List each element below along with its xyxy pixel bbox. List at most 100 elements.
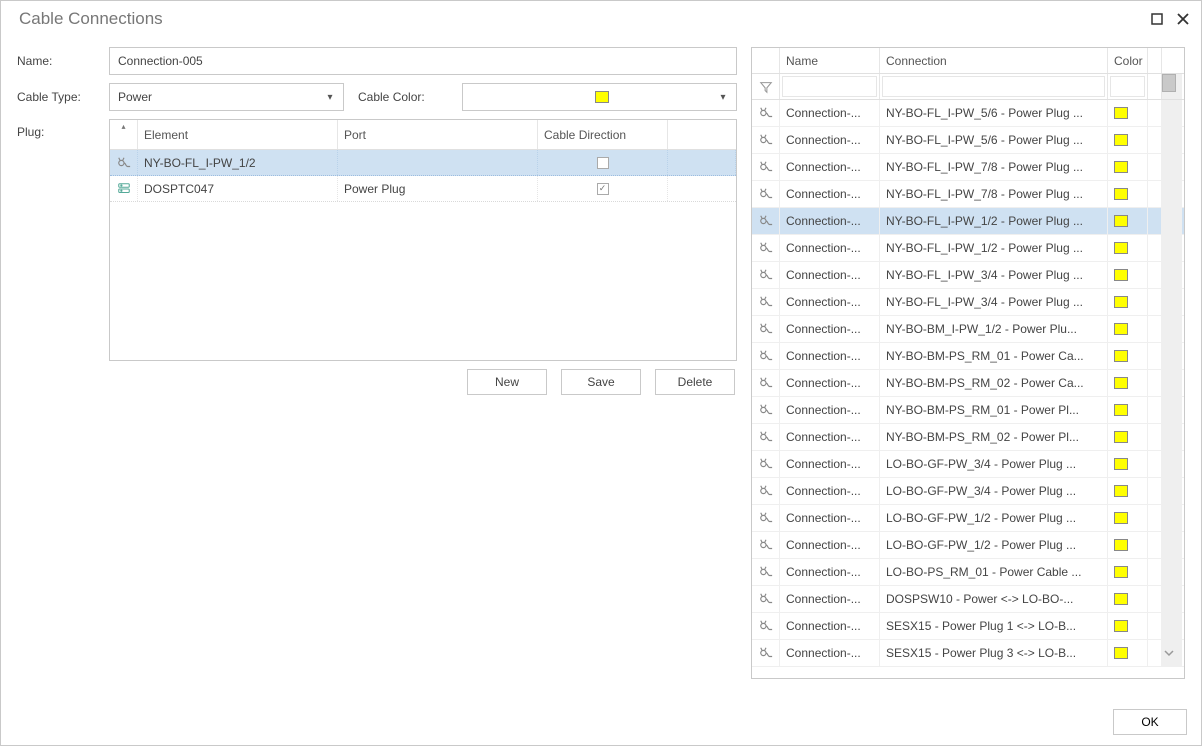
scrollbar-track[interactable] <box>1162 397 1182 423</box>
color-cell <box>1108 532 1148 558</box>
filter-color-input[interactable] <box>1110 76 1145 97</box>
name-label: Name: <box>17 54 109 68</box>
col-color[interactable]: Color <box>1108 48 1148 73</box>
scrollbar-track[interactable] <box>1162 640 1182 666</box>
scrollbar-track[interactable] <box>1162 262 1182 288</box>
name-cell: Connection-... <box>780 208 880 234</box>
color-swatch <box>595 91 609 103</box>
maximize-button[interactable] <box>1149 11 1165 27</box>
table-row[interactable]: Connection-...NY-BO-BM-PS_RM_01 - Power … <box>752 343 1184 370</box>
save-button[interactable]: Save <box>561 369 641 395</box>
blank-cell <box>1148 235 1162 261</box>
delete-button[interactable]: Delete <box>655 369 735 395</box>
color-cell <box>1108 343 1148 369</box>
direction-cell[interactable] <box>538 176 668 201</box>
table-row[interactable]: Connection-...NY-BO-FL_I-PW_1/2 - Power … <box>752 235 1184 262</box>
table-row[interactable]: Connection-...SESX15 - Power Plug 1 <-> … <box>752 613 1184 640</box>
scrollbar-track[interactable] <box>1162 208 1182 234</box>
cable-color-combo[interactable]: ▾ <box>462 83 737 111</box>
color-cell <box>1108 154 1148 180</box>
plug-icon <box>752 397 780 423</box>
scrollbar-track[interactable] <box>1162 559 1182 585</box>
blank-cell <box>1148 289 1162 315</box>
name-cell: Connection-... <box>780 154 880 180</box>
col-direction[interactable]: Cable Direction <box>538 120 668 149</box>
table-row[interactable]: Connection-...NY-BO-FL_I-PW_7/8 - Power … <box>752 181 1184 208</box>
scrollbar-track[interactable] <box>1162 613 1182 639</box>
table-row[interactable]: Connection-...NY-BO-FL_I-PW_5/6 - Power … <box>752 127 1184 154</box>
scrollbar-thumb[interactable] <box>1162 74 1176 92</box>
cable-type-combo[interactable]: Power ▾ <box>109 83 344 111</box>
connection-cell: NY-BO-BM-PS_RM_01 - Power Pl... <box>880 397 1108 423</box>
col-element[interactable]: Element <box>138 120 338 149</box>
col-scroll <box>1162 48 1182 73</box>
name-cell: Connection-... <box>780 424 880 450</box>
plug-icon <box>752 343 780 369</box>
table-row[interactable]: NY-BO-FL_I-PW_1/2 <box>110 150 736 176</box>
name-cell: Connection-... <box>780 181 880 207</box>
col-icon[interactable]: ▴ <box>110 120 138 149</box>
blank-cell <box>1148 100 1162 126</box>
direction-cell[interactable] <box>538 150 668 175</box>
table-row[interactable]: Connection-...NY-BO-BM-PS_RM_01 - Power … <box>752 397 1184 424</box>
col-port[interactable]: Port <box>338 120 538 149</box>
connection-cell: NY-BO-FL_I-PW_1/2 - Power Plug ... <box>880 208 1108 234</box>
scrollbar-track[interactable] <box>1162 235 1182 261</box>
blank-cell <box>1148 451 1162 477</box>
table-row[interactable]: Connection-...LO-BO-PS_RM_01 - Power Cab… <box>752 559 1184 586</box>
color-cell <box>1108 235 1148 261</box>
table-row[interactable]: Connection-...NY-BO-FL_I-PW_3/4 - Power … <box>752 289 1184 316</box>
form-area: Name: Cable Type: Power ▾ Cable Color: ▾ <box>17 47 737 699</box>
table-row[interactable]: Connection-...NY-BO-FL_I-PW_7/8 - Power … <box>752 154 1184 181</box>
scrollbar-track[interactable] <box>1162 451 1182 477</box>
scrollbar-track[interactable] <box>1162 370 1182 396</box>
table-row[interactable]: Connection-...NY-BO-FL_I-PW_3/4 - Power … <box>752 262 1184 289</box>
connection-cell: LO-BO-GF-PW_1/2 - Power Plug ... <box>880 532 1108 558</box>
table-row[interactable]: Connection-...LO-BO-GF-PW_1/2 - Power Pl… <box>752 505 1184 532</box>
color-cell <box>1108 640 1148 666</box>
table-row[interactable]: Connection-...LO-BO-GF-PW_3/4 - Power Pl… <box>752 451 1184 478</box>
filter-icon[interactable] <box>752 74 780 99</box>
table-row[interactable]: Connection-...NY-BO-FL_I-PW_1/2 - Power … <box>752 208 1184 235</box>
plug-icon <box>752 451 780 477</box>
connections-table: Name Connection Color Connection-...NY-B… <box>751 47 1185 679</box>
table-row[interactable]: Connection-...SESX15 - Power Plug 3 <-> … <box>752 640 1184 667</box>
scrollbar-track[interactable] <box>1162 586 1182 612</box>
new-button[interactable]: New <box>467 369 547 395</box>
table-row[interactable]: Connection-...NY-BO-BM-PS_RM_02 - Power … <box>752 424 1184 451</box>
close-button[interactable] <box>1175 11 1191 27</box>
scrollbar-track[interactable] <box>1162 343 1182 369</box>
filter-connection-input[interactable] <box>882 76 1105 97</box>
ok-button[interactable]: OK <box>1113 709 1187 735</box>
scrollbar-track[interactable] <box>1162 424 1182 450</box>
scrollbar-track[interactable] <box>1162 181 1182 207</box>
table-row[interactable]: Connection-...NY-BO-BM-PS_RM_02 - Power … <box>752 370 1184 397</box>
table-row[interactable]: DOSPTC047Power Plug <box>110 176 736 202</box>
name-cell: Connection-... <box>780 397 880 423</box>
blank-cell <box>1148 640 1162 666</box>
table-row[interactable]: Connection-...NY-BO-FL_I-PW_5/6 - Power … <box>752 100 1184 127</box>
scrollbar-track[interactable] <box>1162 478 1182 504</box>
cable-color-label: Cable Color: <box>358 90 448 104</box>
filter-name-input[interactable] <box>782 76 877 97</box>
scrollbar-track[interactable] <box>1162 127 1182 153</box>
col-name[interactable]: Name <box>780 48 880 73</box>
scrollbar-track[interactable] <box>1162 154 1182 180</box>
col-icon[interactable] <box>752 48 780 73</box>
table-row[interactable]: Connection-...LO-BO-GF-PW_3/4 - Power Pl… <box>752 478 1184 505</box>
name-input[interactable] <box>109 47 737 75</box>
scrollbar-track[interactable] <box>1162 316 1182 342</box>
name-cell: Connection-... <box>780 289 880 315</box>
scrollbar-track[interactable] <box>1162 532 1182 558</box>
name-cell: Connection-... <box>780 343 880 369</box>
plug-icon <box>752 262 780 288</box>
col-connection[interactable]: Connection <box>880 48 1108 73</box>
scrollbar-track[interactable] <box>1162 289 1182 315</box>
scrollbar-track[interactable] <box>1162 74 1182 99</box>
table-row[interactable]: Connection-...NY-BO-BM_I-PW_1/2 - Power … <box>752 316 1184 343</box>
plug-label: Plug: <box>17 119 109 139</box>
scrollbar-track[interactable] <box>1162 100 1182 126</box>
table-row[interactable]: Connection-...DOSPSW10 - Power <-> LO-BO… <box>752 586 1184 613</box>
scrollbar-track[interactable] <box>1162 505 1182 531</box>
table-row[interactable]: Connection-...LO-BO-GF-PW_1/2 - Power Pl… <box>752 532 1184 559</box>
